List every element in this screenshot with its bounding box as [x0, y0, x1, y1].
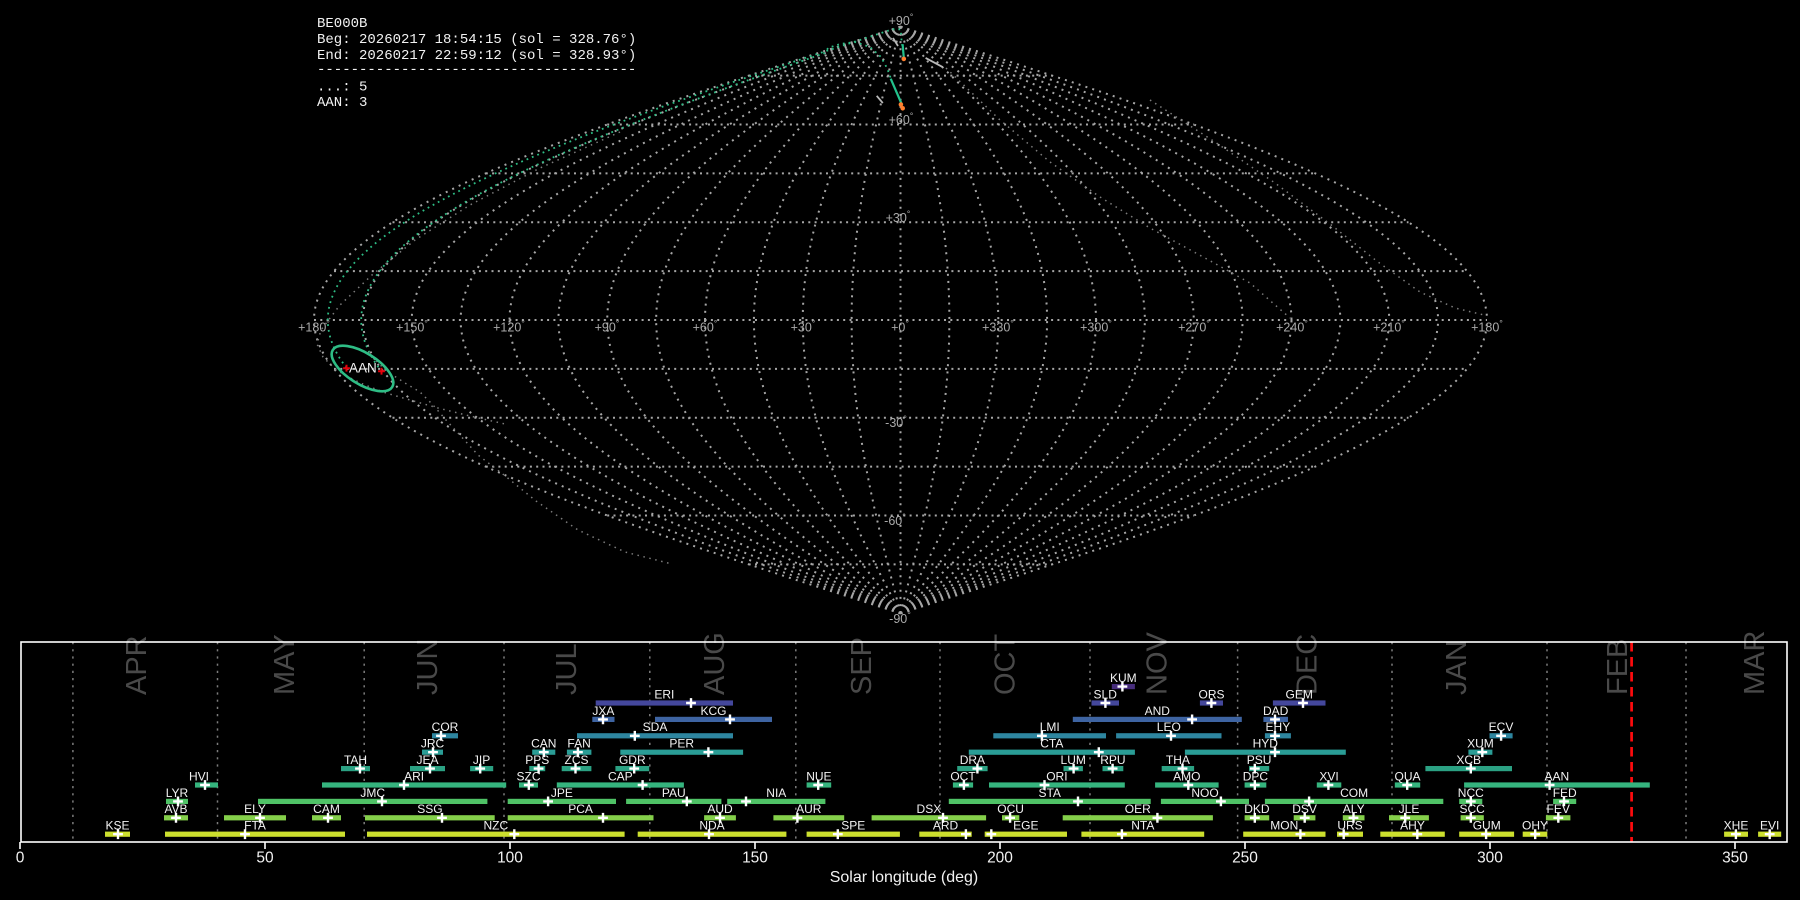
svg-text:Solar longitude (deg): Solar longitude (deg): [830, 869, 979, 886]
svg-text:LEO: LEO: [1157, 720, 1181, 734]
svg-text:0: 0: [16, 850, 25, 867]
svg-text:+210°: +210°: [1373, 319, 1405, 335]
svg-text:NOV: NOV: [1142, 632, 1174, 696]
svg-text:100: 100: [497, 850, 523, 867]
svg-text:JEA: JEA: [416, 753, 438, 767]
svg-text:APR: APR: [121, 635, 153, 695]
svg-text:+180°: +180°: [298, 319, 330, 335]
svg-text:TAH: TAH: [344, 753, 367, 767]
svg-text:AHY: AHY: [1400, 819, 1425, 833]
svg-text:SEP: SEP: [846, 637, 878, 695]
svg-text:AND: AND: [1145, 704, 1171, 718]
svg-text:PER: PER: [669, 737, 694, 751]
svg-text:300: 300: [1477, 850, 1503, 867]
svg-text:MAR: MAR: [1739, 631, 1771, 695]
svg-text:150: 150: [742, 850, 768, 867]
svg-text:NZC: NZC: [483, 819, 508, 833]
svg-text:ELY: ELY: [244, 802, 266, 816]
svg-text:+150°: +150°: [396, 319, 428, 335]
svg-text:AMO: AMO: [1173, 769, 1200, 783]
svg-text:PPS: PPS: [525, 753, 549, 767]
svg-text:FTA: FTA: [244, 819, 266, 833]
svg-text:...: 5: ...: 5: [317, 79, 367, 95]
svg-text:NIA: NIA: [766, 786, 786, 800]
svg-text:KCG: KCG: [700, 704, 726, 718]
svg-text:URS: URS: [1337, 819, 1362, 833]
svg-text:PCA: PCA: [568, 802, 593, 816]
svg-text:MON: MON: [1270, 819, 1298, 833]
svg-text:JUN: JUN: [412, 639, 444, 695]
svg-text:XUM: XUM: [1467, 737, 1494, 751]
svg-text:ARI: ARI: [404, 769, 424, 783]
svg-text:JUL: JUL: [551, 643, 583, 695]
svg-text:OER: OER: [1125, 802, 1151, 816]
svg-text:+120°: +120°: [493, 319, 525, 335]
svg-text:AAN: AAN: [1545, 769, 1570, 783]
svg-text:ORI: ORI: [1046, 769, 1067, 783]
svg-text:STA: STA: [1038, 786, 1060, 800]
svg-text:DSX: DSX: [917, 802, 942, 816]
svg-text:ERI: ERI: [654, 687, 674, 701]
svg-text:COR: COR: [432, 720, 459, 734]
svg-text:CAM: CAM: [313, 802, 340, 816]
svg-text:SDA: SDA: [643, 720, 668, 734]
svg-text:SSG: SSG: [417, 802, 442, 816]
svg-text:+330°: +330°: [982, 319, 1014, 335]
svg-text:MAY: MAY: [269, 634, 301, 695]
svg-text:PSU: PSU: [1247, 753, 1272, 767]
svg-text:JIP: JIP: [473, 753, 490, 767]
svg-text:GDR: GDR: [619, 753, 646, 767]
svg-text:NOO: NOO: [1191, 786, 1218, 800]
svg-text:PAU: PAU: [662, 786, 686, 800]
svg-text:AUR: AUR: [796, 802, 822, 816]
svg-text:+270°: +270°: [1178, 319, 1210, 335]
svg-text:350: 350: [1722, 850, 1748, 867]
svg-text:BE000B: BE000B: [317, 16, 367, 32]
svg-text:Beg: 20260217 18:54:15 (sol =: Beg: 20260217 18:54:15 (sol = 328.76°): [317, 32, 636, 48]
svg-text:XCB: XCB: [1456, 753, 1481, 767]
svg-text:EHY: EHY: [1266, 720, 1291, 734]
svg-text:JAN: JAN: [1441, 640, 1473, 695]
svg-text:NTA: NTA: [1131, 819, 1154, 833]
svg-text:AAN: AAN: [349, 361, 377, 376]
svg-text:DEC: DEC: [1292, 634, 1324, 695]
svg-text:250: 250: [1232, 850, 1258, 867]
svg-text:FEB: FEB: [1602, 639, 1634, 695]
svg-text:CAP: CAP: [608, 769, 633, 783]
svg-text:SPE: SPE: [841, 819, 865, 833]
svg-text:THA: THA: [1166, 753, 1190, 767]
svg-text:SCC: SCC: [1460, 802, 1486, 816]
svg-text:200: 200: [987, 850, 1013, 867]
svg-text:AAN: 3: AAN: 3: [317, 95, 367, 111]
svg-text:COM: COM: [1340, 786, 1368, 800]
svg-text:JPE: JPE: [551, 786, 573, 800]
svg-text:DKD: DKD: [1244, 802, 1270, 816]
svg-text:------------------------------: --------------------------------------: [317, 62, 636, 78]
svg-text:+240°: +240°: [1276, 319, 1308, 335]
svg-text:+300°: +300°: [1080, 319, 1112, 335]
svg-text:CTA: CTA: [1040, 737, 1063, 751]
svg-text:EGE: EGE: [1013, 819, 1038, 833]
svg-text:ARD: ARD: [933, 819, 959, 833]
svg-text:50: 50: [256, 850, 274, 867]
svg-text:GEM: GEM: [1286, 687, 1313, 701]
svg-text:DRA: DRA: [960, 753, 985, 767]
svg-text:+180°: +180°: [1471, 319, 1503, 335]
svg-text:JLE: JLE: [1399, 802, 1420, 816]
